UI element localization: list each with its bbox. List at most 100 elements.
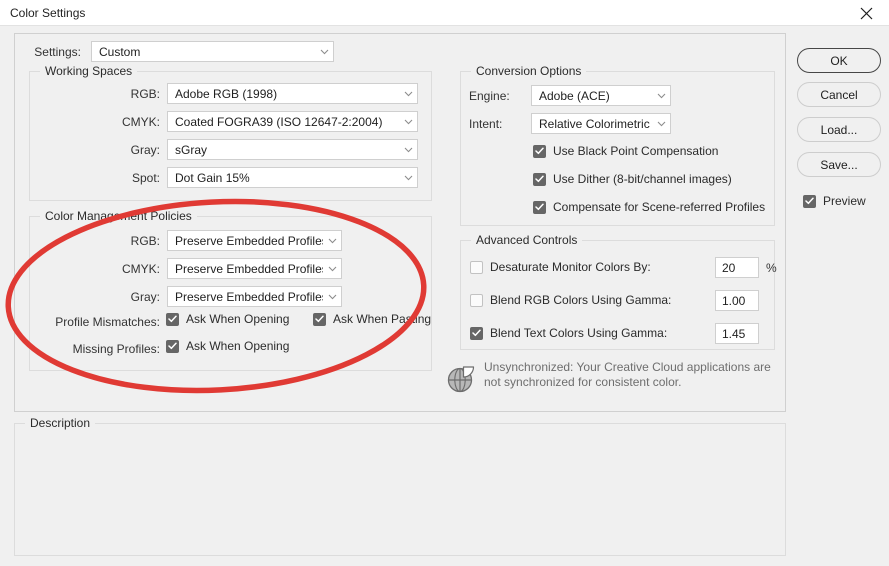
chevron-down-icon [652, 93, 670, 99]
chevron-down-icon [323, 266, 341, 272]
policies-cmyk-label: CMYK: [121, 262, 160, 276]
profile-mismatches-ask-when-opening-checkbox[interactable]: Ask When Opening [166, 312, 289, 326]
conversion-intent-label: Intent: [469, 117, 503, 131]
settings-select-value: Custom [99, 44, 141, 59]
working-spaces-spot-select[interactable]: Dot Gain 15% [167, 167, 418, 188]
preview-checkbox-label: Preview [823, 194, 866, 208]
chevron-down-icon [399, 147, 417, 153]
working-spaces-spot-label: Spot: [131, 171, 160, 185]
working-spaces-cmyk-label: CMYK: [121, 115, 160, 129]
conversion-intent-value: Relative Colorimetric [539, 116, 650, 131]
ok-button-label: OK [830, 53, 848, 68]
working-spaces-group: Working Spaces RGB: Adobe RGB (1998) CMY… [29, 64, 432, 201]
profile-mismatches-label: Profile Mismatches: [55, 315, 160, 329]
checkbox-checked-icon [470, 326, 483, 340]
chevron-down-icon [399, 91, 417, 97]
policies-rgb-select[interactable]: Preserve Embedded Profiles [167, 230, 342, 251]
color-settings-dialog: Color Settings Settings: Custom Working … [0, 0, 889, 566]
checkbox-checked-icon [533, 200, 546, 214]
policies-gray-label: Gray: [130, 290, 160, 304]
title-bar: Color Settings [0, 0, 889, 26]
working-spaces-cmyk-select[interactable]: Coated FOGRA39 (ISO 12647-2:2004) [167, 111, 418, 132]
cancel-button-label: Cancel [820, 87, 858, 102]
policies-rgb-value: Preserve Embedded Profiles [175, 233, 323, 248]
conversion-intent-select[interactable]: Relative Colorimetric [531, 113, 671, 134]
policies-cmyk-select[interactable]: Preserve Embedded Profiles [167, 258, 342, 279]
checkbox-checked-icon [313, 312, 326, 326]
compensate-scene-referred-label: Compensate for Scene-referred Profiles [553, 200, 766, 214]
color-management-policies-group: Color Management Policies RGB: Preserve … [29, 209, 432, 371]
ok-button[interactable]: OK [797, 48, 881, 73]
working-spaces-gray-value: sGray [175, 142, 208, 157]
working-spaces-gray-select[interactable]: sGray [167, 139, 418, 160]
settings-label: Settings: [34, 45, 81, 59]
checkbox-checked-icon [533, 144, 546, 158]
blend-text-colors-gamma-label: Blend Text Colors Using Gamma: [490, 326, 668, 340]
profile-mismatches-ask-when-pasting-label: Ask When Pasting [333, 312, 432, 326]
chevron-down-icon [315, 49, 333, 55]
save-button[interactable]: Save... [797, 152, 881, 177]
use-black-point-compensation-label: Use Black Point Compensation [553, 144, 719, 158]
policies-gray-select[interactable]: Preserve Embedded Profiles [167, 286, 342, 307]
use-dither-checkbox[interactable]: Use Dither (8-bit/channel images) [533, 172, 732, 186]
window-title: Color Settings [10, 6, 86, 20]
blend-text-colors-gamma-input[interactable]: 1.45 [715, 323, 759, 344]
working-spaces-cmyk-value: Coated FOGRA39 (ISO 12647-2:2004) [175, 114, 383, 129]
sync-notice-text: Unsynchronized: Your Creative Cloud appl… [484, 360, 771, 389]
chevron-down-icon [399, 175, 417, 181]
working-spaces-rgb-label: RGB: [130, 87, 160, 101]
settings-select[interactable]: Custom [91, 41, 334, 62]
close-icon [860, 7, 873, 20]
load-button-label: Load... [820, 122, 858, 137]
load-button[interactable]: Load... [797, 117, 881, 142]
conversion-engine-label: Engine: [469, 89, 510, 103]
blend-text-colors-gamma-checkbox[interactable]: Blend Text Colors Using Gamma: [470, 326, 667, 340]
cancel-button[interactable]: Cancel [797, 82, 881, 107]
profile-mismatches-ask-when-pasting-checkbox[interactable]: Ask When Pasting [313, 312, 431, 326]
checkbox-checked-icon [533, 172, 546, 186]
checkbox-unchecked-icon [470, 293, 483, 307]
policies-cmyk-value: Preserve Embedded Profiles [175, 261, 323, 276]
working-spaces-title: Working Spaces [40, 64, 138, 78]
chevron-down-icon [652, 121, 670, 127]
advanced-controls-group: Advanced Controls Desaturate Monitor Col… [460, 233, 777, 350]
conversion-options-title: Conversion Options [471, 64, 587, 78]
missing-profiles-ask-when-opening-checkbox[interactable]: Ask When Opening [166, 339, 289, 353]
settings-panel: Settings: Custom Working Spaces RGB: Ado… [14, 33, 786, 412]
color-sync-icon [446, 364, 476, 394]
chevron-down-icon [323, 238, 341, 244]
chevron-down-icon [323, 294, 341, 300]
description-title: Description [25, 416, 96, 430]
blend-rgb-colors-gamma-value: 1.00 [722, 293, 746, 308]
chevron-down-icon [399, 119, 417, 125]
blend-rgb-colors-gamma-checkbox[interactable]: Blend RGB Colors Using Gamma: [470, 293, 671, 307]
desaturate-monitor-colors-value: 20 [722, 260, 736, 275]
checkbox-checked-icon [803, 194, 816, 208]
checkbox-checked-icon [166, 312, 179, 326]
working-spaces-spot-value: Dot Gain 15% [175, 170, 250, 185]
advanced-controls-title: Advanced Controls [471, 233, 583, 247]
description-group: Description [14, 416, 786, 556]
desaturate-percent-suffix: % [766, 261, 777, 275]
blend-rgb-colors-gamma-label: Blend RGB Colors Using Gamma: [490, 293, 672, 307]
desaturate-monitor-colors-label: Desaturate Monitor Colors By: [490, 260, 651, 274]
close-button[interactable] [843, 0, 889, 26]
profile-mismatches-ask-when-opening-label: Ask When Opening [186, 312, 290, 326]
use-black-point-compensation-checkbox[interactable]: Use Black Point Compensation [533, 144, 718, 158]
compensate-scene-referred-checkbox[interactable]: Compensate for Scene-referred Profiles [533, 200, 765, 214]
desaturate-monitor-colors-checkbox[interactable]: Desaturate Monitor Colors By: [470, 260, 651, 274]
policies-rgb-label: RGB: [130, 234, 160, 248]
working-spaces-rgb-select[interactable]: Adobe RGB (1998) [167, 83, 418, 104]
checkbox-unchecked-icon [470, 260, 483, 274]
preview-checkbox[interactable]: Preview [803, 194, 866, 208]
policies-gray-value: Preserve Embedded Profiles [175, 289, 323, 304]
conversion-engine-value: Adobe (ACE) [539, 88, 610, 103]
missing-profiles-label: Missing Profiles: [72, 342, 160, 356]
checkbox-checked-icon [166, 339, 179, 353]
desaturate-monitor-colors-input[interactable]: 20 [715, 257, 759, 278]
blend-rgb-colors-gamma-input[interactable]: 1.00 [715, 290, 759, 311]
working-spaces-rgb-value: Adobe RGB (1998) [175, 86, 278, 101]
conversion-engine-select[interactable]: Adobe (ACE) [531, 85, 671, 106]
color-management-policies-title: Color Management Policies [40, 209, 197, 223]
missing-profiles-ask-when-opening-label: Ask When Opening [186, 339, 290, 353]
